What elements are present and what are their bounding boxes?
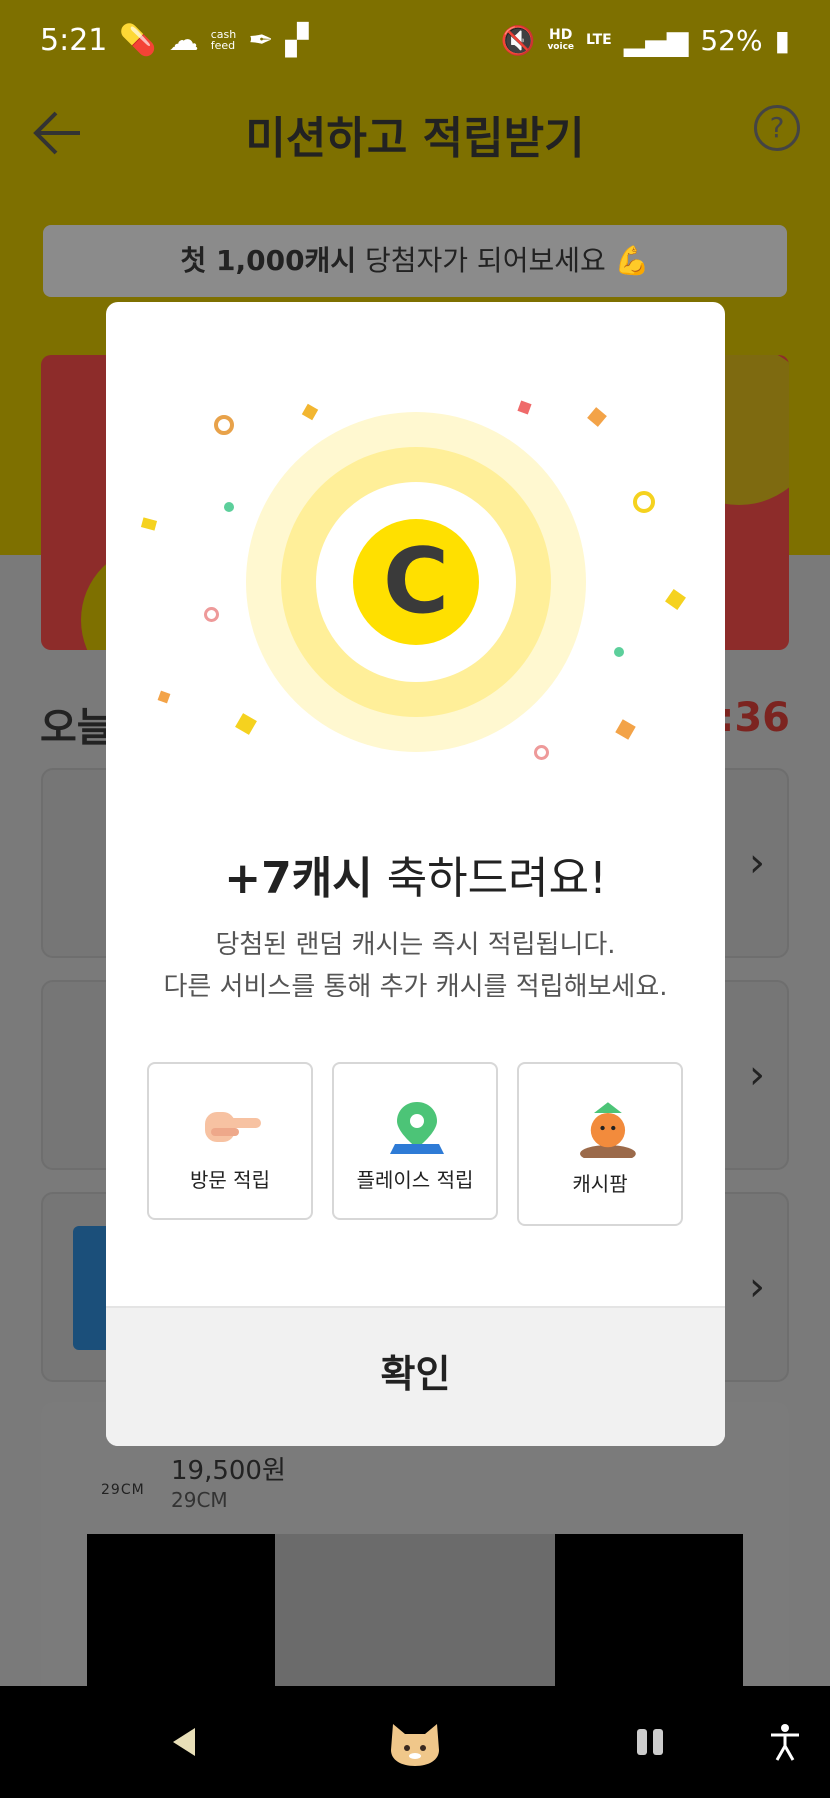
confetti-ring [534,745,549,760]
battery-percent: 52% [700,23,763,57]
description-line: 당첨된 랜덤 캐시는 즉시 적립됩니다. [215,930,616,960]
option-label: 플레이스 적립 [356,1168,474,1192]
product-price: 19,500원 [171,1456,286,1486]
voice-label: voice [547,42,575,52]
confetti-square [587,407,607,427]
confirm-button[interactable]: 확인 [106,1308,725,1446]
signal-icon: ▂▄▆ [623,23,689,57]
nav-back-button[interactable] [150,1686,220,1798]
cat-face-icon [391,1724,439,1766]
confetti-square [517,400,532,415]
confetti-ring [204,607,219,622]
confetti-dot [224,502,234,512]
reward-modal: C +7캐시 축하드려요! 당첨된 랜덤 캐시는 즉시 적립됩니다. 다른 서비… [106,302,725,1446]
reward-description: 당첨된 랜덤 캐시는 즉시 적립됩니다. 다른 서비스를 통해 추가 캐시를 적… [106,924,725,1008]
status-bar: 5:21 💊 ☁ cash feed ✒ ▞ 🔇 HD voice LTE ▂▄… [0,0,830,80]
page-title: 미션하고 적립받기 [245,113,585,164]
accessibility-icon [771,1724,799,1761]
cash-farm-option[interactable]: 캐시팜 [517,1062,683,1226]
triangle-back-icon [173,1728,195,1756]
cloud-icon: ☁ [168,22,199,58]
product-logo: 29CM [101,1482,145,1498]
mute-icon: 🔇 [500,23,536,57]
carrot-icon [580,1102,636,1158]
visit-reward-option[interactable]: 방문 적립 [147,1062,313,1220]
battery-icon: ▮ [774,23,790,57]
product-brand: 29CM [171,1488,228,1512]
banner-text: 당첨자가 되어보세요 💪 [356,244,650,277]
help-icon[interactable]: ? [754,105,800,151]
nav-accessibility-button[interactable] [755,1686,815,1798]
banner-highlight: 첫 1,000캐시 [180,244,357,277]
nav-recents-button[interactable] [615,1686,685,1798]
confetti-dot [614,647,624,657]
map-pin-icon [390,1102,444,1154]
chevron-right-icon: › [749,1264,765,1310]
chevron-right-icon: › [749,1052,765,1098]
pointing-hand-icon [205,1112,261,1142]
chevron-right-icon: › [749,840,765,886]
confetti-ring [214,415,234,435]
system-nav-bar [0,1686,830,1798]
description-line: 다른 서비스를 통해 추가 캐시를 적립해보세요. [163,972,668,1002]
place-reward-option[interactable]: 플레이스 적립 [332,1062,498,1220]
confetti-square [140,517,158,531]
feather-icon: ✒ [248,22,274,58]
confetti-ring [633,491,655,513]
reward-title: +7캐시 축하드려요! [106,842,725,906]
section-title: 오늘 [40,705,114,751]
stairs-icon: ▞ [285,22,309,58]
confetti-square [665,589,686,610]
pill-icon: 💊 [119,22,157,58]
coin-illustration: C [106,302,725,802]
first-cash-banner[interactable]: 첫 1,000캐시 당첨자가 되어보세요 💪 [43,225,787,297]
cash-coin-icon: C [353,519,479,645]
status-time: 5:21 [40,22,108,58]
recents-icon [637,1729,663,1755]
hd-label: HD [549,27,573,43]
option-label: 방문 적립 [190,1168,270,1192]
nav-home-button[interactable] [380,1686,450,1798]
coin-letter: C [382,529,450,634]
confetti-square [157,690,171,704]
cashfeed-badge-icon: cash feed [210,28,237,52]
service-options: 방문 적립 플레이스 적립 캐시팜 [147,1062,684,1226]
confetti-square [301,403,319,421]
reward-message: 축하드려요! [372,853,607,904]
option-label: 캐시팜 [572,1172,628,1196]
confetti-square [235,713,257,735]
lte-label: LTE [586,32,612,48]
confetti-square [615,719,636,740]
reward-amount: +7캐시 [224,853,373,904]
